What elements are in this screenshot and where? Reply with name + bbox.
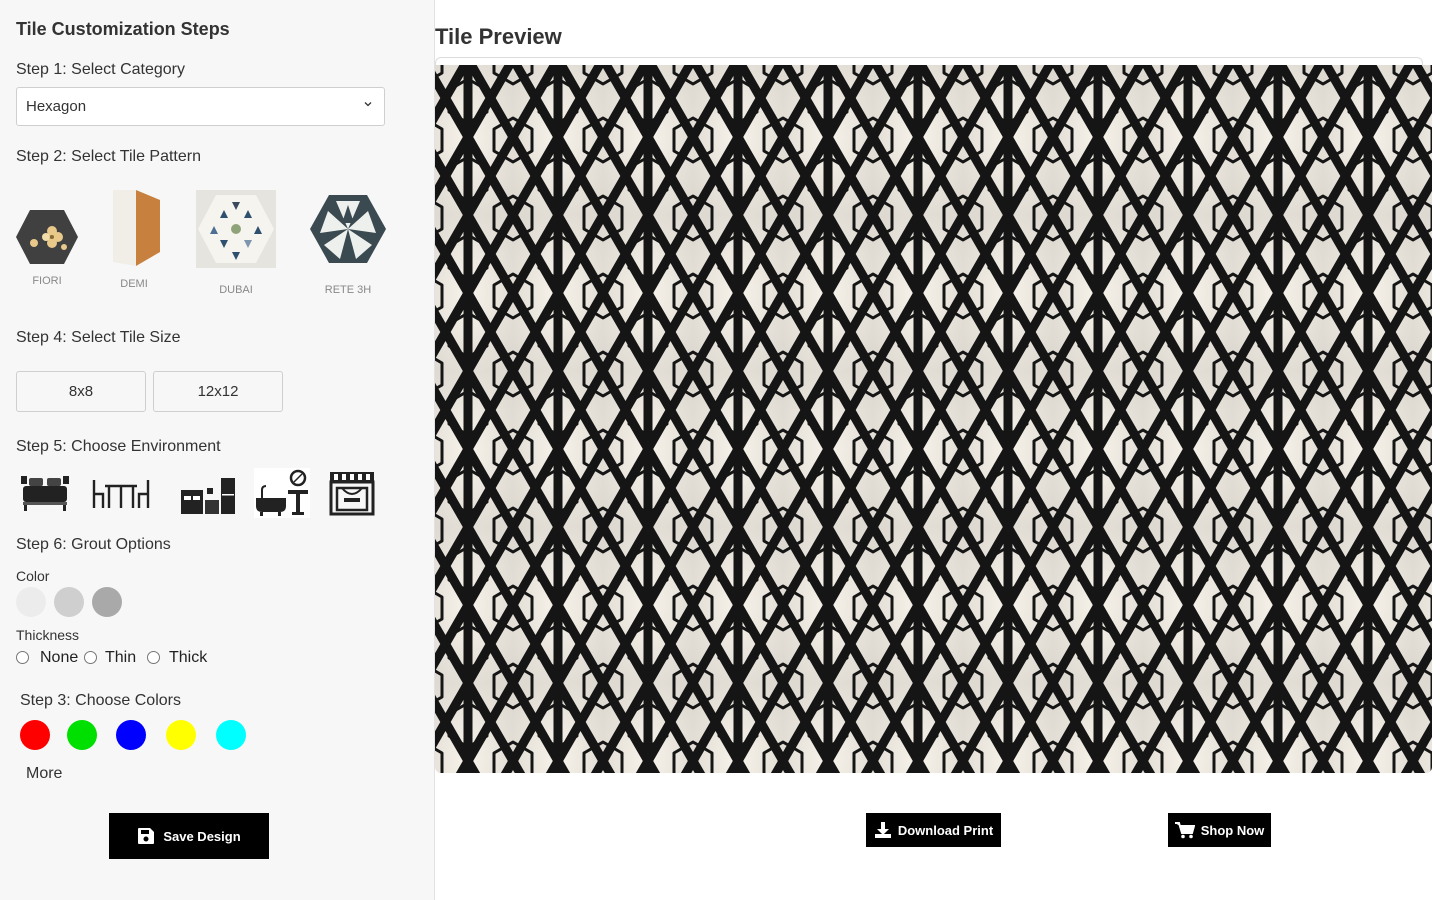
demi-tile-thumbnail bbox=[113, 190, 160, 266]
chevron-down-icon bbox=[364, 102, 372, 107]
kitchen-icon bbox=[181, 478, 235, 514]
environment-bedroom[interactable] bbox=[19, 470, 71, 518]
step4-label: Step 4: Select Tile Size bbox=[16, 329, 181, 346]
pattern-label-demi: DEMI bbox=[120, 278, 148, 290]
tile-pattern-preview bbox=[435, 65, 1432, 773]
grout-thickness-label: Thickness bbox=[16, 627, 80, 643]
tile-preview-canvas bbox=[435, 65, 1432, 773]
bathroom-icon bbox=[254, 468, 310, 518]
thickness-none-radio[interactable] bbox=[16, 651, 29, 664]
thickness-none-label: None bbox=[40, 649, 79, 666]
pattern-demi[interactable]: DEMI bbox=[104, 190, 164, 290]
color-swatch-cyan[interactable] bbox=[216, 720, 246, 750]
color-swatch-yellow[interactable] bbox=[166, 720, 196, 750]
save-design-button[interactable]: Save Design bbox=[109, 813, 269, 859]
dubai-tile-thumbnail bbox=[196, 190, 276, 268]
more-colors-link[interactable]: More bbox=[26, 765, 62, 783]
step1-label: Step 1: Select Category bbox=[16, 61, 185, 78]
grout-color-label: Color bbox=[16, 568, 50, 584]
size-8x8-button[interactable]: 8x8 bbox=[16, 371, 146, 412]
thickness-thick-label: Thick bbox=[169, 649, 208, 666]
category-select[interactable]: Hexagon bbox=[16, 87, 385, 126]
step2-label: Step 2: Select Tile Pattern bbox=[16, 148, 201, 165]
color-swatch-green[interactable] bbox=[67, 720, 97, 750]
pattern-label-dubai: DUBAI bbox=[219, 284, 253, 296]
pattern-rete-3h[interactable]: RETE 3H bbox=[310, 190, 386, 298]
sidebar-title: Tile Customization Steps bbox=[16, 19, 230, 39]
download-icon bbox=[874, 822, 891, 838]
grout-color-swatch-medium[interactable] bbox=[54, 587, 84, 617]
preview-panel: Tile Preview Download Print Shop Now bbox=[435, 0, 1440, 900]
thickness-thin-label: Thin bbox=[105, 649, 137, 666]
category-selected-value: Hexagon bbox=[26, 98, 87, 115]
environment-kitchen[interactable] bbox=[179, 472, 237, 520]
save-icon bbox=[138, 828, 155, 844]
size-12x12-button[interactable]: 12x12 bbox=[153, 371, 283, 412]
download-print-label: Download Print bbox=[897, 822, 994, 838]
fiori-tile-thumbnail bbox=[16, 210, 78, 264]
pattern-label-rete-3h: RETE 3H bbox=[324, 284, 372, 296]
download-print-button[interactable]: Download Print bbox=[866, 813, 1001, 847]
environment-bathroom[interactable] bbox=[254, 468, 310, 518]
dining-icon bbox=[92, 480, 150, 508]
environment-storefront[interactable] bbox=[328, 470, 376, 518]
color-swatch-red[interactable] bbox=[20, 720, 50, 750]
preview-title: Tile Preview bbox=[435, 24, 562, 49]
step3-label: Step 3: Choose Colors bbox=[20, 692, 181, 709]
thickness-thick-radio[interactable] bbox=[147, 651, 160, 664]
pattern-fiori[interactable]: FIORI bbox=[16, 209, 78, 293]
bedroom-icon bbox=[21, 476, 69, 511]
step6-label: Step 6: Grout Options bbox=[16, 536, 171, 553]
save-design-label: Save Design bbox=[163, 828, 241, 844]
thickness-thin-radio[interactable] bbox=[84, 651, 97, 664]
pattern-label-fiori: FIORI bbox=[32, 275, 62, 287]
grout-color-swatch-dark[interactable] bbox=[92, 587, 122, 617]
customization-sidebar: Tile Customization Steps Step 1: Select … bbox=[0, 0, 435, 900]
step5-label: Step 5: Choose Environment bbox=[16, 438, 221, 455]
shop-now-button[interactable]: Shop Now bbox=[1168, 813, 1271, 847]
storefront-icon bbox=[329, 472, 375, 516]
pattern-dubai[interactable]: DUBAI bbox=[195, 190, 277, 298]
shop-now-label: Shop Now bbox=[1200, 822, 1265, 838]
environment-dining[interactable] bbox=[91, 470, 151, 518]
preview-frame-top bbox=[435, 57, 1423, 65]
rete-3h-tile-thumbnail bbox=[310, 195, 386, 263]
grout-color-swatch-light[interactable] bbox=[16, 587, 46, 617]
shopping-cart-icon bbox=[1174, 822, 1195, 839]
color-swatch-blue[interactable] bbox=[116, 720, 146, 750]
